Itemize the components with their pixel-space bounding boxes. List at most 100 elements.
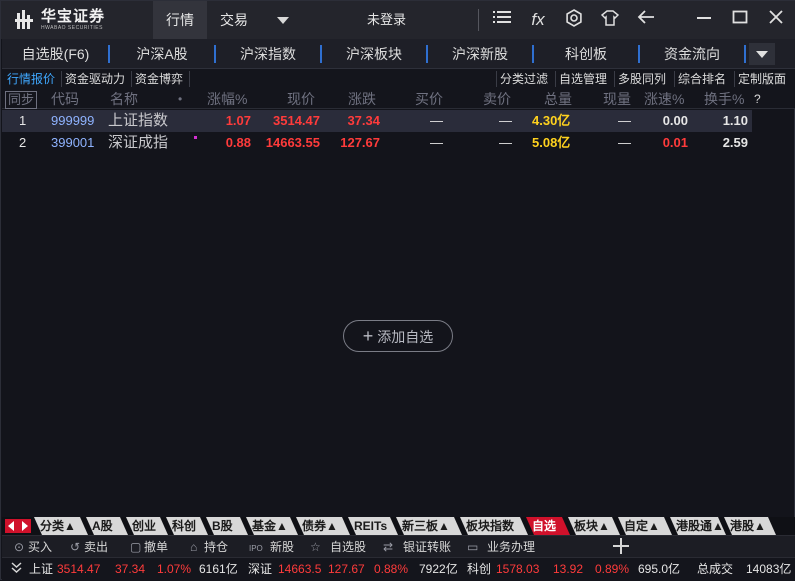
maximize-icon[interactable] bbox=[729, 9, 751, 31]
sh-change: 37.34 bbox=[115, 562, 146, 576]
col-name[interactable]: 名称 bbox=[110, 89, 138, 109]
speed: 0.01 bbox=[662, 135, 688, 150]
trade-dropdown-icon[interactable] bbox=[277, 17, 289, 24]
nav-tab-new-shares[interactable]: 沪深新股 bbox=[428, 39, 532, 69]
col-flag: • bbox=[178, 92, 183, 106]
cat-tab-funds[interactable]: 基金▲ bbox=[246, 517, 298, 535]
minimize-icon[interactable] bbox=[693, 9, 715, 31]
trade-toolbar: ⊙ 买入 ↺ 卖出 ▢ 撤单 ⌂ 持仓 IPO 新股 ☆ 自选股 ⇄ 银证转账 ▭ 业务办理 bbox=[2, 535, 795, 557]
kc-label[interactable]: 科创 bbox=[467, 558, 491, 581]
nav-tab-star-market[interactable]: 科创板 bbox=[534, 39, 638, 69]
nav-tab-a-shares[interactable]: 沪深A股 bbox=[110, 39, 214, 69]
filter-button[interactable]: 分类过滤 bbox=[497, 70, 551, 88]
col-change-pct[interactable]: 涨幅% bbox=[207, 89, 247, 109]
cat-tab-classify[interactable]: 分类▲ bbox=[34, 517, 88, 535]
cat-tab-chinext[interactable]: 创业 bbox=[126, 517, 168, 535]
watchlist-manage-button[interactable]: 自选管理 bbox=[556, 70, 610, 88]
bid: — bbox=[430, 135, 443, 150]
buy-button[interactable]: ⊙ 买入 bbox=[14, 536, 52, 558]
collapse-icon[interactable] bbox=[11, 558, 22, 581]
cat-tab-reits[interactable]: REITs bbox=[348, 517, 398, 535]
logo-mark-icon bbox=[15, 9, 37, 31]
col-bid[interactable]: 买价 bbox=[415, 89, 443, 109]
help-icon[interactable]: ? bbox=[754, 89, 761, 109]
cat-tab-neeq[interactable]: 新三板▲ bbox=[396, 517, 462, 535]
cat-tab-hk-connect[interactable]: 港股通▲ bbox=[670, 517, 726, 535]
sz-change: 127.67 bbox=[328, 562, 365, 576]
watchlist-button[interactable]: ☆ 自选股 bbox=[310, 536, 366, 558]
login-status[interactable]: 未登录 bbox=[367, 1, 406, 39]
market-nav: 自选股(F6) 沪深A股 沪深指数 沪深板块 沪深新股 科创板 资金流向 bbox=[2, 39, 795, 69]
nav-tab-watchlist[interactable]: 自选股(F6) bbox=[2, 39, 109, 69]
buy-label: 买入 bbox=[28, 540, 53, 554]
sell-icon: ↺ bbox=[70, 540, 81, 554]
menu-icon[interactable] bbox=[491, 9, 513, 31]
ipo-button[interactable]: IPO 新股 bbox=[249, 536, 294, 558]
col-ask[interactable]: 卖价 bbox=[483, 89, 511, 109]
cancel-order-icon: ▢ bbox=[130, 540, 142, 554]
ranking-button[interactable]: 综合排名 bbox=[675, 70, 729, 88]
cat-tab-a-shares[interactable]: A股 bbox=[86, 517, 128, 535]
table-row[interactable]: 1 999999 上证指数 1.07 3514.47 37.34 — — 4.3… bbox=[2, 110, 752, 132]
custom-layout-button[interactable]: 定制版面 bbox=[735, 70, 789, 88]
sh-change-pct: 1.07% bbox=[157, 562, 192, 576]
back-icon[interactable] bbox=[635, 9, 657, 31]
cat-tab-custom[interactable]: 自定▲ bbox=[618, 517, 672, 535]
table-row[interactable]: 2 399001 深证成指 0.88 14663.55 127.67 — — 5… bbox=[2, 132, 752, 154]
business-button[interactable]: ▭ 业务办理 bbox=[467, 536, 535, 558]
col-turnover[interactable]: 换手% bbox=[704, 89, 744, 109]
change: 37.34 bbox=[347, 113, 380, 128]
col-code[interactable]: 代码 bbox=[51, 89, 79, 109]
nav-tab-sectors[interactable]: 沪深板块 bbox=[322, 39, 426, 69]
sh-label[interactable]: 上证 bbox=[29, 558, 53, 581]
holdings-label: 持仓 bbox=[204, 540, 229, 554]
brand-logo: 华宝证券 HWABAO SECURITIES bbox=[15, 7, 105, 33]
subtab-fund-game[interactable]: 资金博弈 bbox=[132, 70, 186, 88]
cancel-order-button[interactable]: ▢ 撤单 bbox=[130, 536, 168, 558]
transfer-icon: ⇄ bbox=[383, 540, 394, 554]
nav-tab-capital-flow[interactable]: 资金流向 bbox=[640, 39, 744, 69]
skin-icon[interactable] bbox=[599, 9, 621, 31]
function-fx-icon[interactable]: fx bbox=[527, 9, 549, 31]
cat-tab-sectors[interactable]: 板块▲ bbox=[568, 517, 620, 535]
ask: — bbox=[499, 113, 512, 128]
subtab-quotes[interactable]: 行情报价 bbox=[4, 70, 58, 88]
add-watchlist-button[interactable]: + 添加自选 bbox=[343, 320, 453, 352]
divider bbox=[189, 71, 190, 87]
transfer-button[interactable]: ⇄ 银证转账 bbox=[383, 536, 451, 558]
col-cur-volume[interactable]: 现量 bbox=[603, 89, 631, 109]
stock-name: 上证指数 bbox=[108, 112, 169, 129]
buy-icon: ⊙ bbox=[14, 540, 25, 554]
sync-button[interactable]: 同步 bbox=[5, 91, 38, 109]
add-watchlist-label: 添加自选 bbox=[377, 329, 434, 345]
divider bbox=[478, 9, 479, 31]
close-icon[interactable] bbox=[765, 9, 787, 31]
holdings-button[interactable]: ⌂ 持仓 bbox=[190, 536, 228, 558]
multi-stock-button[interactable]: 多股同列 bbox=[615, 70, 669, 88]
turnover: 1.10 bbox=[722, 113, 748, 128]
cat-tab-watchlist[interactable]: 自选 bbox=[526, 517, 570, 535]
col-speed[interactable]: 涨速% bbox=[644, 89, 684, 109]
sz-label[interactable]: 深证 bbox=[248, 558, 272, 581]
cat-tab-hk-shares[interactable]: 港股▲ bbox=[724, 517, 776, 535]
cat-tab-bonds[interactable]: 债券▲ bbox=[296, 517, 350, 535]
tab-market[interactable]: 行情 bbox=[153, 1, 207, 39]
nav-more-dropdown[interactable] bbox=[749, 43, 775, 65]
sell-button[interactable]: ↺ 卖出 bbox=[70, 536, 108, 558]
cat-tab-sector-index[interactable]: 板块指数 bbox=[460, 517, 528, 535]
col-volume[interactable]: 总量 bbox=[544, 89, 572, 109]
cat-tab-star[interactable]: 科创 bbox=[166, 517, 208, 535]
cat-tab-b-shares[interactable]: B股 bbox=[206, 517, 248, 535]
settings-icon[interactable] bbox=[563, 9, 585, 31]
turnover: 2.59 bbox=[722, 135, 748, 150]
col-change[interactable]: 涨跌 bbox=[348, 89, 376, 109]
nav-divider bbox=[744, 45, 746, 63]
subtab-fund-drive[interactable]: 资金驱动力 bbox=[62, 70, 128, 88]
add-shortcut-icon[interactable] bbox=[613, 538, 629, 554]
sh-amount: 6161亿 bbox=[199, 562, 238, 576]
holdings-icon: ⌂ bbox=[190, 540, 198, 554]
tab-scroll-arrows-icon[interactable] bbox=[5, 519, 31, 533]
col-price[interactable]: 现价 bbox=[287, 89, 315, 109]
tab-trade[interactable]: 交易 bbox=[208, 1, 260, 39]
nav-tab-indices[interactable]: 沪深指数 bbox=[216, 39, 320, 69]
